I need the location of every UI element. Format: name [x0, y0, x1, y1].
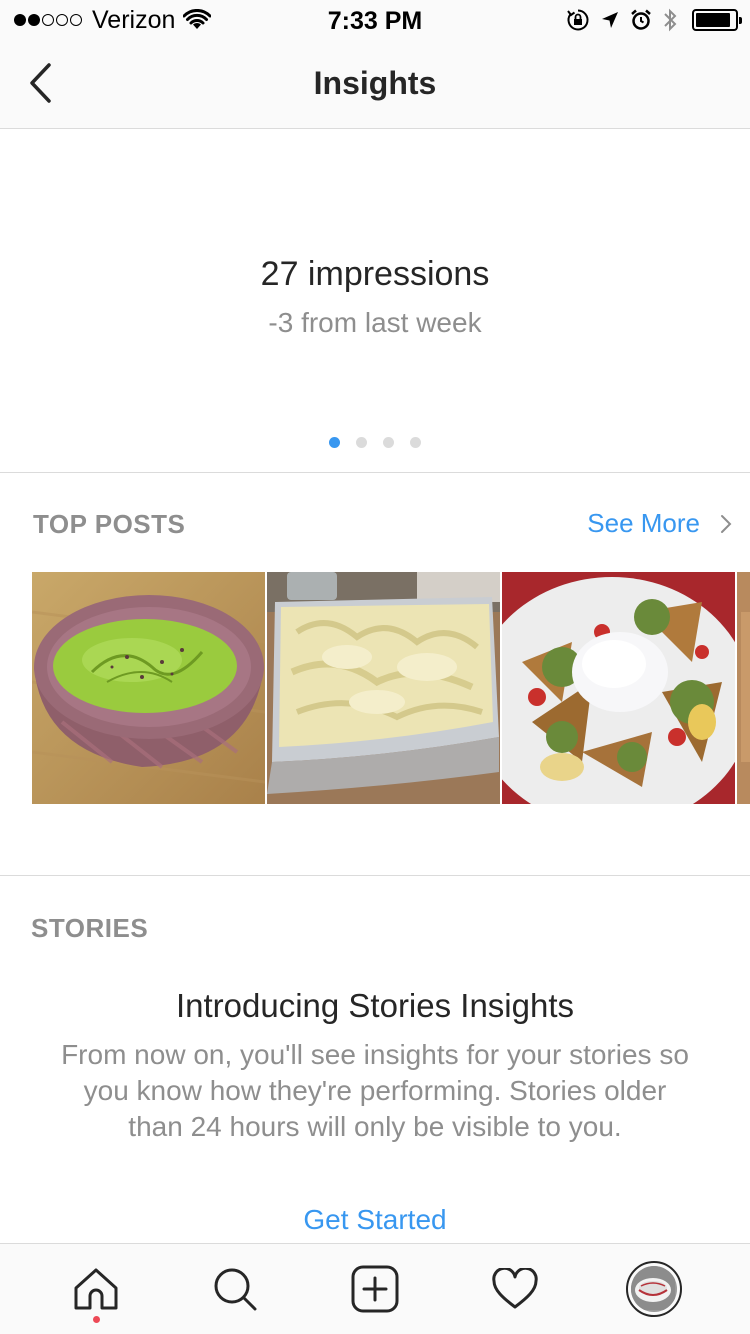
status-bar: Verizon 7:33 PM — [0, 0, 750, 40]
profile-avatar — [631, 1266, 676, 1310]
post-thumbnail-partial[interactable] — [737, 572, 750, 804]
page-dot[interactable] — [356, 437, 367, 448]
notification-dot — [92, 1316, 100, 1323]
stories-description: From now on, you'll see insights for you… — [61, 1039, 689, 1142]
stories-section: STORIES Introducing Stories Insights Fro… — [0, 877, 750, 1243]
tab-profile[interactable] — [606, 1249, 702, 1329]
page-dot[interactable] — [329, 437, 340, 448]
tab-bar — [0, 1243, 750, 1334]
ice-cream-image — [267, 572, 500, 804]
bluetooth-icon — [664, 8, 677, 32]
heart-icon — [491, 1268, 538, 1309]
battery-fill — [696, 13, 731, 27]
home-icon — [74, 1268, 118, 1310]
nav-bar: Insights — [0, 40, 750, 129]
avatar — [626, 1261, 683, 1317]
impressions-card[interactable]: 27 impressions -3 from last week — [0, 129, 750, 473]
tab-activity[interactable] — [467, 1249, 563, 1329]
stories-title: STORIES — [31, 913, 149, 943]
see-more-button[interactable]: See More — [587, 508, 732, 539]
partial-post-image — [737, 572, 750, 804]
post-thumbnail-soup[interactable] — [32, 572, 265, 804]
alarm-icon — [631, 9, 651, 30]
potato-wedges-image — [502, 572, 735, 804]
search-icon — [214, 1268, 257, 1311]
posts-row — [32, 572, 750, 804]
post-thumbnail-potato-wedges[interactable] — [502, 572, 735, 804]
see-more-label: See More — [587, 508, 700, 538]
battery-tip — [739, 17, 742, 24]
add-post-icon — [351, 1265, 399, 1313]
top-posts-section: TOP POSTS See More — [0, 474, 750, 876]
page-title: Insights — [313, 65, 437, 101]
avatar-image — [631, 1266, 678, 1312]
top-posts-title: TOP POSTS — [33, 509, 186, 539]
tab-home[interactable] — [48, 1249, 144, 1329]
location-arrow-icon — [602, 12, 618, 28]
stories-heading: Introducing Stories Insights — [175, 987, 575, 1024]
battery-icon — [692, 9, 742, 31]
post-thumbnail-ice-cream[interactable] — [267, 572, 500, 804]
tab-search[interactable] — [187, 1249, 283, 1329]
status-right — [556, 7, 742, 33]
page-indicator — [0, 437, 750, 448]
chevron-right-icon — [721, 514, 732, 533]
page-dot[interactable] — [410, 437, 421, 448]
orientation-lock-icon — [567, 9, 589, 31]
impressions-change: -3 from last week — [268, 307, 482, 338]
soup-bowl-image — [32, 572, 265, 804]
page-dot[interactable] — [383, 437, 394, 448]
get-started-button[interactable]: Get Started — [0, 1204, 750, 1236]
tab-new-post[interactable] — [327, 1249, 423, 1329]
impressions-count: 27 impressions — [260, 255, 490, 293]
